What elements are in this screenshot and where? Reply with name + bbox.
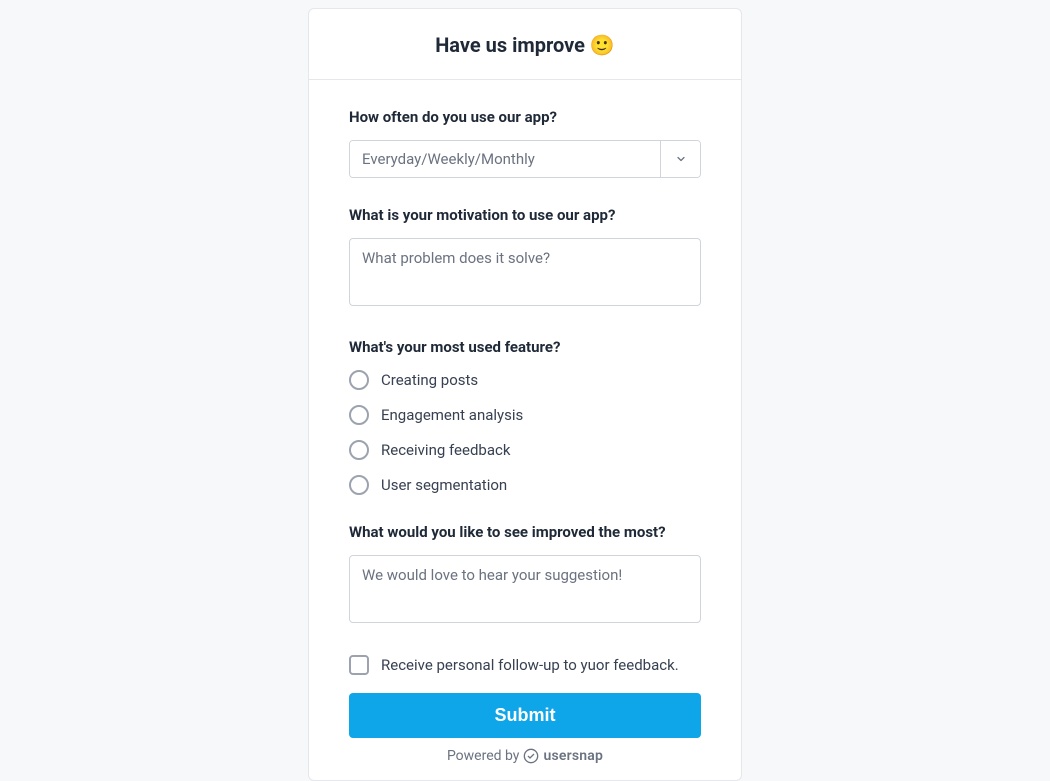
card-body: How often do you use our app? Everyday/W… xyxy=(309,80,741,780)
field-usage-frequency: How often do you use our app? Everyday/W… xyxy=(349,108,701,178)
powered-by-brand: usersnap xyxy=(543,748,603,764)
radio-icon xyxy=(349,405,369,425)
field-motivation: What is your motivation to use our app? xyxy=(349,206,701,310)
card-header: Have us improve 🙂 xyxy=(309,9,741,80)
powered-by-text: Powered by xyxy=(447,748,520,764)
label-most-used-feature: What's your most used feature? xyxy=(349,338,701,356)
radio-icon xyxy=(349,475,369,495)
textarea-improvement[interactable] xyxy=(349,555,701,623)
powered-by: Powered by usersnap xyxy=(349,748,701,764)
radio-item-engagement-analysis[interactable]: Engagement analysis xyxy=(349,405,701,425)
submit-button[interactable]: Submit xyxy=(349,693,701,738)
radio-icon xyxy=(349,440,369,460)
radio-group-feature: Creating posts Engagement analysis Recei… xyxy=(349,370,701,495)
label-motivation: What is your motivation to use our app? xyxy=(349,206,701,224)
radio-icon xyxy=(349,370,369,390)
card-title: Have us improve 🙂 xyxy=(435,33,615,57)
select-placeholder: Everyday/Weekly/Monthly xyxy=(350,141,660,177)
radio-label: Engagement analysis xyxy=(381,406,523,424)
checkbox-followup-row: Receive personal follow-up to yuor feedb… xyxy=(349,655,701,675)
radio-label: Receiving feedback xyxy=(381,441,510,459)
radio-item-user-segmentation[interactable]: User segmentation xyxy=(349,475,701,495)
label-usage-frequency: How often do you use our app? xyxy=(349,108,701,126)
checkbox-followup[interactable] xyxy=(349,655,369,675)
radio-label: Creating posts xyxy=(381,371,478,389)
radio-item-receiving-feedback[interactable]: Receiving feedback xyxy=(349,440,701,460)
chevron-down-icon xyxy=(660,141,700,177)
checkbox-followup-label: Receive personal follow-up to yuor feedb… xyxy=(381,656,679,674)
radio-item-creating-posts[interactable]: Creating posts xyxy=(349,370,701,390)
field-improvement: What would you like to see improved the … xyxy=(349,523,701,627)
label-improvement: What would you like to see improved the … xyxy=(349,523,701,541)
usersnap-logo-icon xyxy=(523,748,539,764)
field-most-used-feature: What's your most used feature? Creating … xyxy=(349,338,701,495)
radio-label: User segmentation xyxy=(381,476,507,494)
select-usage-frequency[interactable]: Everyday/Weekly/Monthly xyxy=(349,140,701,178)
feedback-card: Have us improve 🙂 How often do you use o… xyxy=(308,8,742,781)
textarea-motivation[interactable] xyxy=(349,238,701,306)
